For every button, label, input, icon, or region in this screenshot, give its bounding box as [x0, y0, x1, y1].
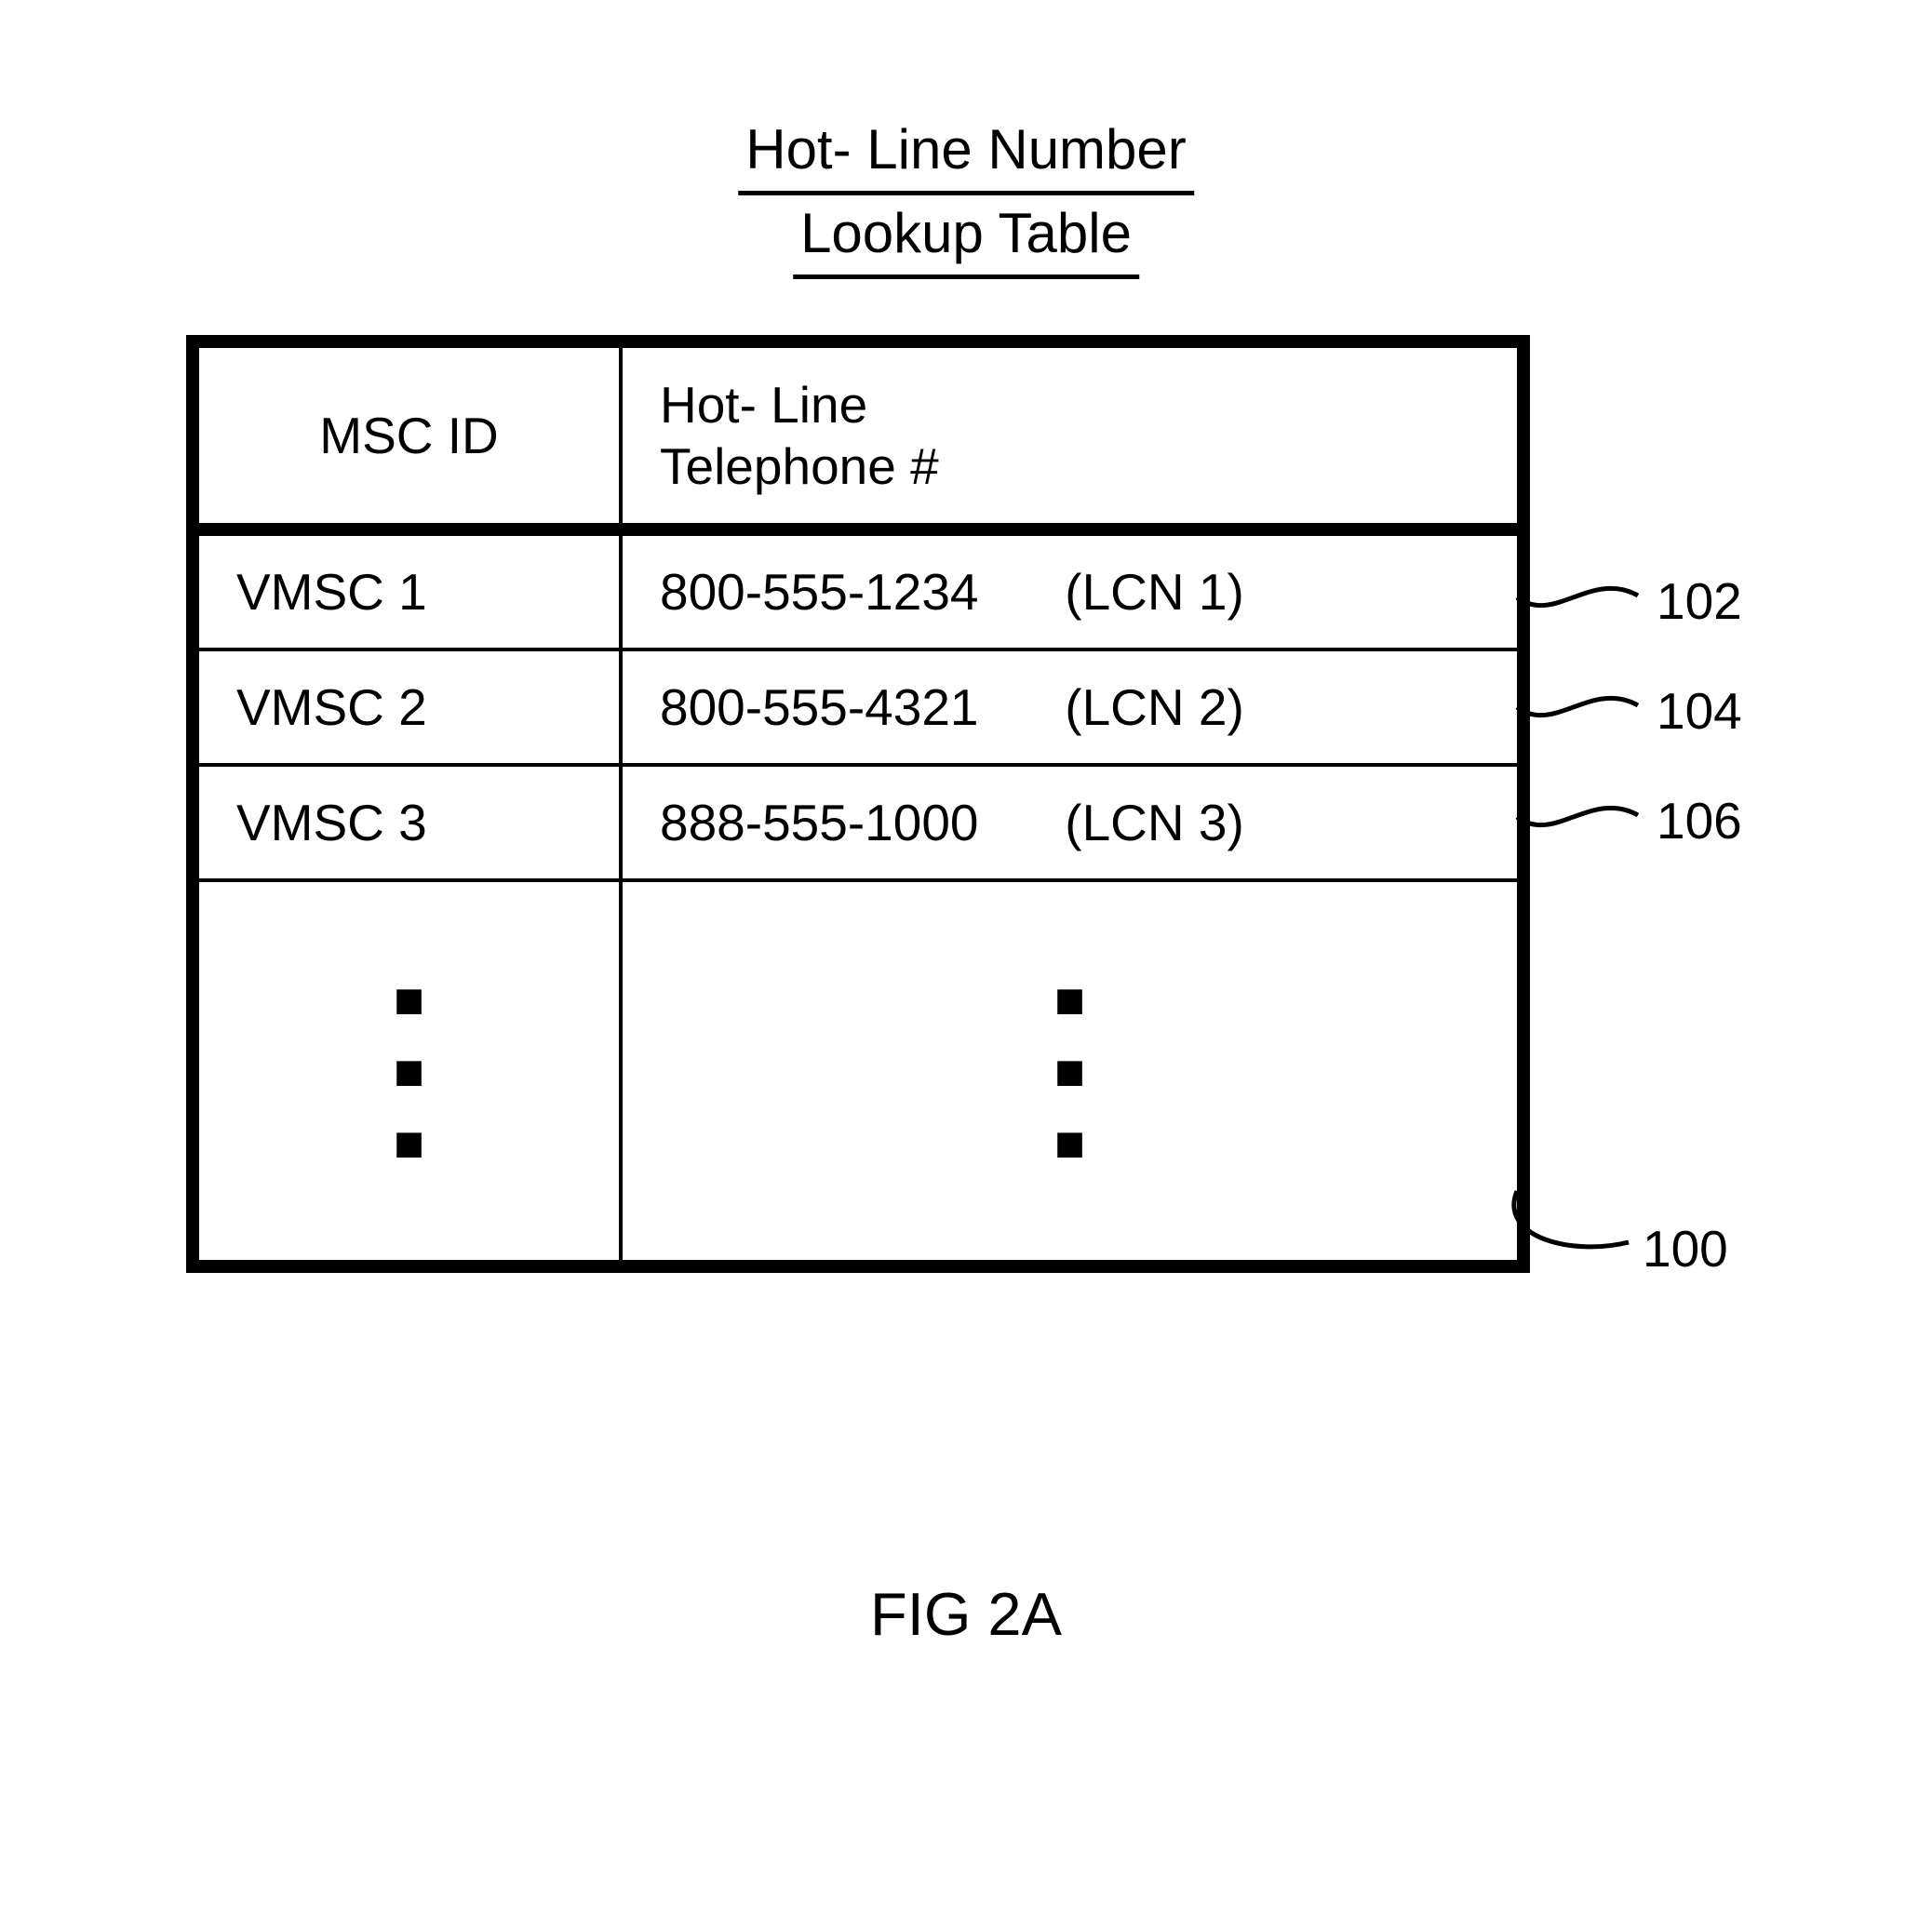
table-title: Hot- Line Number Lookup Table: [738, 112, 1194, 279]
cell-phone: 800-555-1234 (LCN 1): [621, 529, 1523, 649]
table-header-row: MSC ID Hot- Line Telephone #: [193, 341, 1523, 529]
cell-msc: VMSC 2: [193, 649, 621, 765]
cell-msc: VMSC 3: [193, 765, 621, 880]
ref-number: 106: [1657, 791, 1742, 850]
header-msc-id: MSC ID: [193, 341, 621, 529]
table-row: VMSC 1 800-555-1234 (LCN 1): [193, 529, 1523, 649]
vdots-icon: ■■■: [1054, 964, 1085, 1179]
phone-number: 800-555-4321: [660, 677, 1051, 737]
ellipsis-cell: ■■■: [621, 880, 1523, 1266]
cell-phone: 800-555-4321 (LCN 2): [621, 649, 1523, 765]
header-hotline-l1: Hot- Line: [660, 376, 867, 434]
ellipsis-cell: ■■■: [193, 880, 621, 1266]
phone-number: 800-555-1234: [660, 562, 1051, 622]
vdots-icon: ■■■: [394, 964, 424, 1179]
lookup-table: MSC ID Hot- Line Telephone # VMSC 1 800-…: [186, 335, 1530, 1273]
title-line-1: Hot- Line Number: [738, 112, 1194, 195]
ref-number: 104: [1657, 681, 1742, 741]
phone-number: 888-555-1000: [660, 793, 1051, 852]
cell-msc: VMSC 1: [193, 529, 621, 649]
callout-102: 102: [1517, 560, 1759, 635]
ref-number: 102: [1657, 571, 1742, 631]
callout-104: 104: [1517, 670, 1759, 744]
lcn-label: (LCN 3): [1065, 793, 1244, 852]
ref-number: 100: [1643, 1219, 1728, 1279]
header-hotline: Hot- Line Telephone #: [621, 341, 1523, 529]
table-row: VMSC 3 888-555-1000 (LCN 3): [193, 765, 1523, 880]
table-row: VMSC 2 800-555-4321 (LCN 2): [193, 649, 1523, 765]
lcn-label: (LCN 1): [1065, 562, 1244, 622]
cell-phone: 888-555-1000 (LCN 3): [621, 765, 1523, 880]
callout-100: 100: [1489, 1191, 1750, 1303]
figure-label: FIG 2A: [870, 1579, 1062, 1649]
page: Hot- Line Number Lookup Table MSC ID Hot…: [0, 0, 1932, 1928]
header-hotline-l2: Telephone #: [660, 437, 939, 495]
lcn-label: (LCN 2): [1065, 677, 1244, 737]
table-row-ellipsis: ■■■ ■■■: [193, 880, 1523, 1266]
callout-106: 106: [1517, 780, 1759, 854]
lookup-table-wrap: MSC ID Hot- Line Telephone # VMSC 1 800-…: [186, 335, 1517, 1273]
title-line-2: Lookup Table: [793, 195, 1139, 279]
